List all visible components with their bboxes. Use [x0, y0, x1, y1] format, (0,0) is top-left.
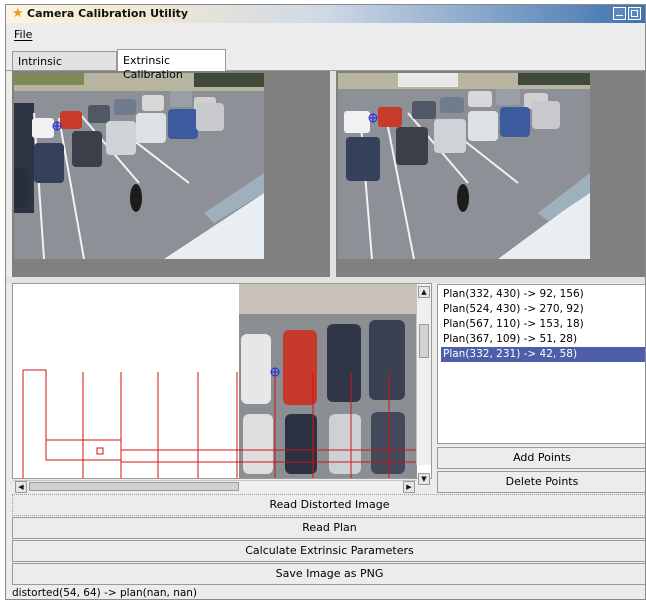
status-bar: distorted(54, 64) -> plan(nan, nan)	[12, 587, 198, 599]
scroll-down-icon[interactable]: ▼	[418, 473, 430, 485]
scroll-left-icon[interactable]: ◀	[15, 481, 27, 493]
read-distorted-image-button[interactable]: Read Distorted Image	[12, 494, 645, 516]
tab-intrinsic-calibration[interactable]: Intrinsic Calibration	[12, 51, 117, 82]
distorted-image-pane[interactable]	[12, 71, 330, 277]
list-item[interactable]: Plan(332, 430) -> 92, 156)	[441, 287, 645, 302]
calculate-extrinsic-button[interactable]: Calculate Extrinsic Parameters	[12, 540, 645, 562]
save-image-png-button[interactable]: Save Image as PNG	[12, 563, 645, 585]
minimize-button[interactable]	[613, 7, 626, 20]
undistorted-image-pane[interactable]	[336, 71, 645, 277]
plan-vertical-scrollbar[interactable]: ▲ ▼	[416, 284, 431, 485]
maximize-button[interactable]	[628, 7, 641, 20]
scroll-right-icon[interactable]: ▶	[403, 481, 415, 493]
scroll-up-icon[interactable]: ▲	[418, 286, 430, 298]
horizontal-scroll-thumb[interactable]	[29, 482, 239, 491]
list-item[interactable]: Plan(367, 109) -> 51, 28)	[441, 332, 645, 347]
vertical-scroll-thumb[interactable]	[419, 324, 429, 358]
menu-bar: File	[6, 23, 645, 47]
add-points-button[interactable]: Add Points	[437, 447, 645, 469]
tab-bar: Intrinsic Calibration Extrinsic Calibrat…	[6, 49, 645, 82]
plan-drawing[interactable]	[13, 284, 417, 479]
list-item[interactable]: Plan(524, 430) -> 270, 92)	[441, 302, 645, 317]
distorted-camera-image[interactable]	[14, 73, 264, 259]
menu-file[interactable]: File	[14, 28, 32, 42]
delete-points-button[interactable]: Delete Points	[437, 471, 645, 493]
tab-extrinsic-calibration[interactable]: Extrinsic Calibration	[117, 49, 226, 81]
plan-view[interactable]	[12, 283, 432, 479]
undistorted-camera-image[interactable]	[338, 73, 590, 259]
read-plan-button[interactable]: Read Plan	[12, 517, 645, 539]
window-title: Camera Calibration Utility	[27, 7, 189, 20]
list-item[interactable]: Plan(567, 110) -> 153, 18)	[441, 317, 645, 332]
plan-horizontal-scrollbar[interactable]: ◀ ▶	[13, 480, 416, 493]
app-star-icon: ★	[12, 6, 24, 21]
title-bar[interactable]: ★ Camera Calibration Utility	[6, 5, 645, 23]
point-correspondence-list[interactable]: Plan(332, 430) -> 92, 156) Plan(524, 430…	[437, 284, 645, 444]
list-item-selected[interactable]: Plan(332, 231) -> 42, 58)	[441, 347, 645, 362]
app-window: ★ Camera Calibration Utility File Intrin…	[5, 4, 646, 600]
